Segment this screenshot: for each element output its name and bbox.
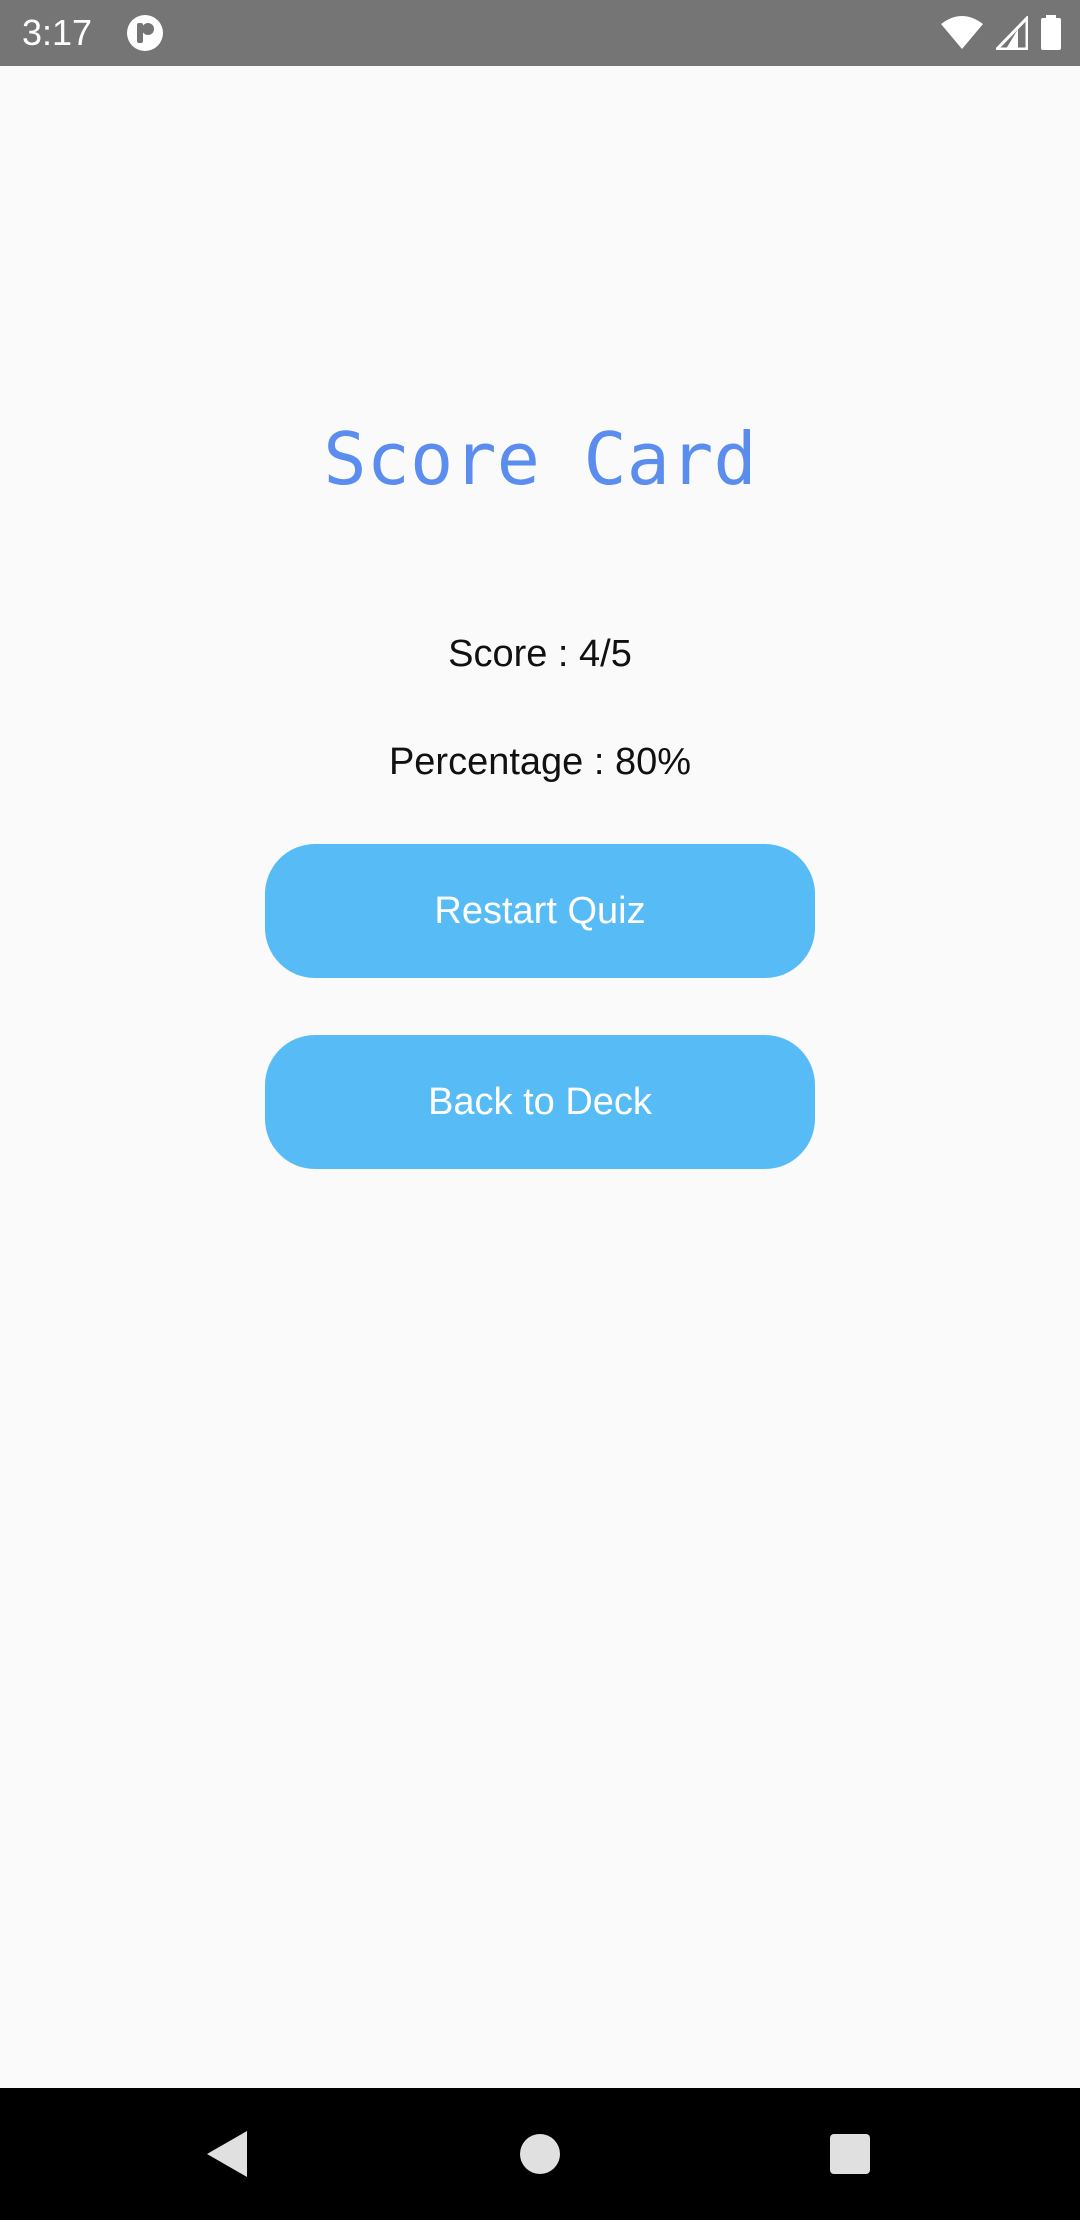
status-icons: [940, 12, 1062, 54]
battery-icon: [1041, 15, 1061, 50]
wifi-icon: [941, 16, 983, 49]
percentage-text: Percentage : 80%: [388, 741, 692, 783]
nav-recents-button[interactable]: [790, 2088, 910, 2220]
cell-signal-icon: [996, 16, 1028, 50]
status-bar: 3:17: [0, 0, 1080, 66]
restart-quiz-button-label: Restart Quiz: [434, 889, 646, 932]
page-title: Score Card: [323, 417, 757, 501]
home-circle-icon: [520, 2134, 560, 2174]
navigation-bar: [0, 2088, 1080, 2220]
restart-quiz-button[interactable]: Restart Quiz: [265, 844, 815, 978]
back-triangle-icon: [207, 2131, 247, 2177]
back-to-deck-button-label: Back to Deck: [428, 1080, 652, 1123]
score-text: Score : 4/5: [448, 633, 632, 675]
nav-home-button[interactable]: [480, 2088, 600, 2220]
status-time: 3:17: [22, 12, 93, 53]
back-to-deck-button[interactable]: Back to Deck: [265, 1035, 815, 1169]
nav-back-button[interactable]: [167, 2088, 287, 2220]
notification-app-icon: [127, 15, 163, 51]
recents-square-icon: [830, 2134, 870, 2174]
